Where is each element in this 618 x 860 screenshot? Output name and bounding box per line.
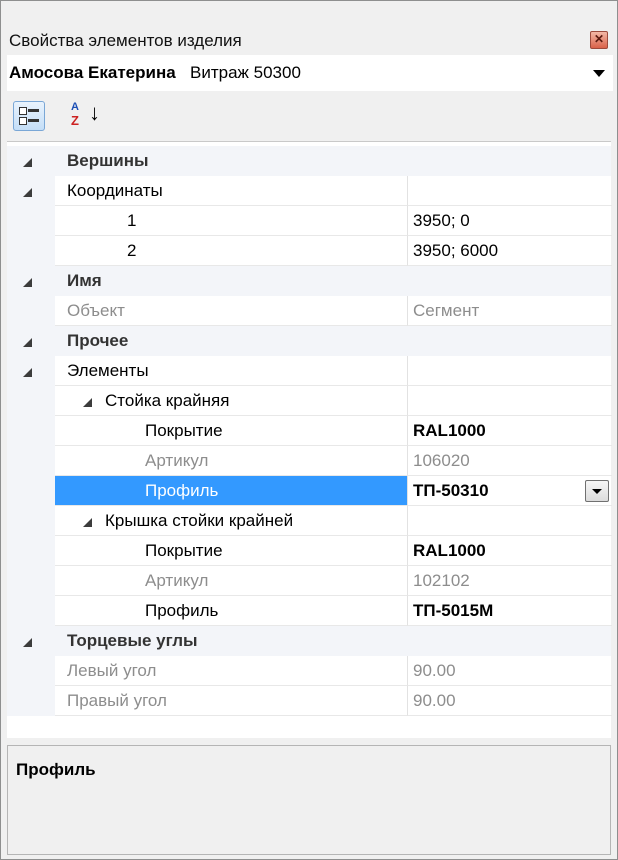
property-value[interactable]: ТП-5015М [413, 601, 493, 621]
property-post-article[interactable]: Артикул 106020 [7, 446, 612, 476]
category-end-angles[interactable]: Торцевые углы [7, 626, 611, 656]
property-object[interactable]: Объект Сегмент [7, 296, 612, 326]
property-coord-2[interactable]: 2 3950; 6000 [7, 236, 612, 266]
property-cover-article[interactable]: Артикул 102102 [7, 566, 612, 596]
property-coordinates[interactable]: Координаты [7, 176, 612, 206]
property-cover-end[interactable]: Крышка стойки крайней [7, 506, 612, 536]
property-value: Сегмент [413, 301, 480, 320]
property-name: Артикул [145, 571, 209, 590]
property-value: 102102 [413, 571, 470, 590]
property-post-coating[interactable]: Покрытие RAL1000 [7, 416, 612, 446]
collapse-triangle-icon[interactable] [83, 398, 92, 407]
property-value[interactable]: RAL1000 [413, 541, 486, 561]
chevron-down-icon [592, 489, 602, 494]
property-value[interactable]: 3950; 0 [413, 211, 470, 231]
category-other[interactable]: Прочее [7, 326, 611, 356]
dropdown-button[interactable] [585, 480, 609, 502]
description-title: Профиль [16, 760, 96, 779]
category-label: Имя [67, 271, 102, 290]
property-name: 2 [127, 241, 137, 260]
property-name: Крышка стойки крайней [105, 511, 294, 530]
close-icon[interactable]: ✕ [590, 31, 608, 49]
collapse-triangle-icon[interactable] [23, 188, 32, 197]
collapse-triangle-icon[interactable] [23, 368, 32, 377]
chevron-down-icon[interactable] [593, 70, 605, 77]
property-value: 90.00 [413, 661, 456, 680]
property-value[interactable]: RAL1000 [413, 421, 486, 441]
category-label: Торцевые углы [67, 631, 198, 650]
property-value[interactable]: ТП-50310 [413, 481, 489, 501]
category-vertices[interactable]: Вершины [7, 146, 611, 176]
category-label: Прочее [67, 331, 129, 350]
selected-object-item: Витраж 50300 [190, 63, 301, 82]
property-name: Правый угол [67, 691, 167, 710]
property-elements[interactable]: Элементы [7, 356, 612, 386]
property-value: 90.00 [413, 691, 456, 710]
collapse-triangle-icon[interactable] [23, 638, 32, 647]
description-pane: Профиль [7, 745, 611, 855]
property-right-angle[interactable]: Правый угол 90.00 [7, 686, 612, 716]
properties-panel: Свойства элементов изделия ✕ Амосова Ека… [0, 0, 618, 860]
property-value: 106020 [413, 451, 470, 470]
property-name: Покрытие [145, 541, 223, 560]
property-name: Объект [67, 301, 125, 320]
categorized-view-icon[interactable] [13, 101, 45, 131]
property-name: Профиль [145, 601, 219, 620]
property-name: Координаты [67, 181, 163, 200]
collapse-triangle-icon[interactable] [23, 338, 32, 347]
property-name: Покрытие [145, 421, 223, 440]
property-name: Профиль [145, 481, 219, 500]
property-post-profile[interactable]: Профиль ТП-50310 [7, 476, 612, 506]
property-name: Стойка крайняя [105, 391, 230, 410]
property-name: Элементы [67, 361, 149, 380]
category-label: Вершины [67, 151, 149, 170]
category-name[interactable]: Имя [7, 266, 611, 296]
selected-object-name: Амосова Екатерина [9, 63, 176, 82]
toolbar: A Z ↓ [1, 93, 617, 139]
property-post-end[interactable]: Стойка крайняя [7, 386, 612, 416]
collapse-triangle-icon[interactable] [23, 158, 32, 167]
object-selector[interactable]: Амосова Екатерина Витраж 50300 [7, 55, 613, 91]
sort-alphabetical-icon[interactable]: A Z ↓ [71, 101, 103, 129]
panel-title: Свойства элементов изделия [9, 31, 242, 50]
property-left-angle[interactable]: Левый угол 90.00 [7, 656, 612, 686]
property-name: 1 [127, 211, 137, 230]
collapse-triangle-icon[interactable] [23, 278, 32, 287]
property-cover-coating[interactable]: Покрытие RAL1000 [7, 536, 612, 566]
property-name: Левый угол [67, 661, 157, 680]
property-grid: Вершины Координаты 1 3950; 0 2 3950; 600… [7, 141, 612, 738]
property-coord-1[interactable]: 1 3950; 0 [7, 206, 612, 236]
property-cover-profile[interactable]: Профиль ТП-5015М [7, 596, 612, 626]
collapse-triangle-icon[interactable] [83, 518, 92, 527]
title-bar: Свойства элементов изделия ✕ [1, 1, 617, 53]
property-name: Артикул [145, 451, 209, 470]
property-value[interactable]: 3950; 6000 [413, 241, 498, 261]
